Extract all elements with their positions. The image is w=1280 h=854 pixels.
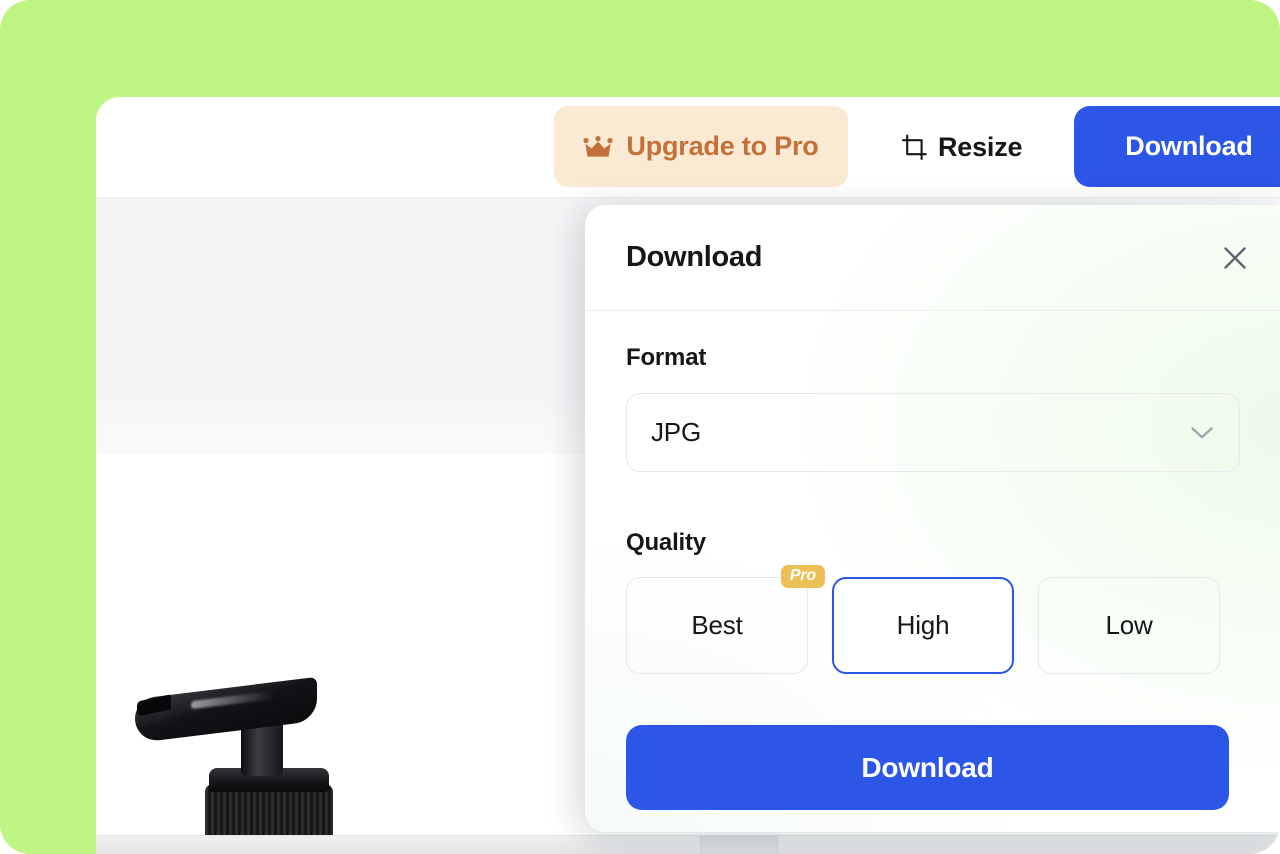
dialog-header: Download (585, 205, 1280, 311)
format-label: Format (626, 344, 707, 371)
close-dialog-button[interactable] (1215, 238, 1255, 278)
quality-label: Quality (626, 529, 706, 556)
format-selected-value: JPG (651, 417, 701, 447)
quality-option-high[interactable]: High (832, 577, 1014, 674)
dialog-title: Download (626, 241, 763, 273)
toolbar: Upgrade to Pro Resize Download (96, 97, 1280, 198)
bottom-tool-strip[interactable] (96, 835, 1280, 854)
toolbar-download-button[interactable]: Download (1074, 106, 1280, 187)
quality-option-best[interactable]: Pro Best (626, 565, 825, 674)
dialog-body: Format JPG Quality Pro Best High Low Dow… (585, 311, 1280, 810)
upgrade-to-pro-label: Upgrade to Pro (626, 131, 819, 161)
green-backdrop: Upgrade to Pro Resize Download Download … (0, 0, 1280, 854)
quality-options: Pro Best High Low (626, 565, 1240, 674)
format-select-wrapper: JPG (626, 393, 1240, 472)
format-select[interactable]: JPG (626, 393, 1240, 472)
quality-option-best-label: Best (691, 610, 743, 640)
crown-icon (583, 135, 613, 158)
resize-label: Resize (938, 131, 1023, 162)
download-dialog: Download Format JPG Quality Pro Best Hig… (585, 205, 1280, 832)
close-icon (1222, 245, 1248, 271)
quality-option-high-label: High (896, 610, 950, 640)
product-photo (131, 676, 461, 854)
dialog-download-button[interactable]: Download (626, 725, 1229, 810)
quality-option-low[interactable]: Low (1038, 577, 1220, 674)
pro-badge: Pro (780, 565, 825, 588)
upgrade-to-pro-button[interactable]: Upgrade to Pro (554, 106, 848, 187)
bottom-strip-segment[interactable] (700, 835, 778, 854)
resize-button[interactable]: Resize (901, 124, 1023, 170)
crop-resize-icon (901, 134, 928, 161)
quality-option-low-label: Low (1105, 610, 1153, 640)
